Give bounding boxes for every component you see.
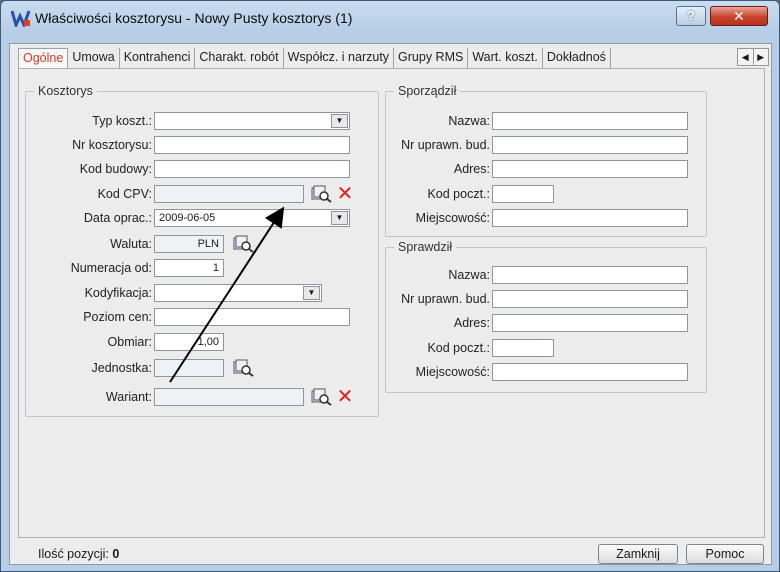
sporzadzil-miejsc-input[interactable] [492,209,688,227]
numeracja-input[interactable]: 1 [154,259,224,277]
nr-kosztorysu-input[interactable] [154,136,350,154]
data-oprac-value: 2009-06-05 [159,212,216,224]
wariant-lookup-icon[interactable] [310,388,332,406]
waluta-input[interactable]: PLN [154,235,224,253]
data-oprac-label: Data oprac.: [83,211,152,225]
pomoc-button[interactable]: Pomoc [686,544,764,564]
title-bar[interactable]: Właściwości kosztorysu - Nowy Pusty kosz… [1,1,779,33]
tab-kontrahenci[interactable]: Kontrahenci [120,48,196,68]
typ-koszt-label: Typ koszt.: [92,114,152,128]
sprawdzil-adres-label: Adres: [453,316,490,330]
sporzadzil-nazwa-label: Nazwa: [448,114,490,128]
group-kosztorys-title: Kosztorys [34,84,97,98]
sprawdzil-kod-input[interactable] [492,339,554,357]
wariant-clear-icon[interactable]: ✕ [336,387,354,407]
wariant-input[interactable] [154,388,304,406]
sporzadzil-adres-input[interactable] [492,160,688,178]
item-count-label: Ilość pozycji: [38,547,109,561]
help-button[interactable]: ? [676,6,706,26]
kod-cpv-clear-icon[interactable]: ✕ [336,184,354,204]
item-count: Ilość pozycji: 0 [38,547,119,561]
sporzadzil-nazwa-input[interactable] [492,112,688,130]
jednostka-label: Jednostka: [91,361,152,375]
group-sprawdzil: Sprawdził Nazwa: Nr uprawn. bud. Adres: … [385,240,707,393]
sporzadzil-kod-label: Kod poczt.: [427,187,490,201]
sprawdzil-uprawn-input[interactable] [492,290,688,308]
tab-umowa[interactable]: Umowa [68,48,120,68]
chevron-down-icon[interactable]: ▼ [331,114,348,128]
window-title: Właściwości kosztorysu - Nowy Pusty kosz… [35,10,353,26]
sprawdzil-kod-label: Kod poczt.: [427,341,490,355]
tab-ogolne[interactable]: Ogólne [18,48,69,68]
sprawdzil-miejsc-input[interactable] [492,363,688,381]
dialog-client: Ogólne Umowa Kontrahenci Charakt. robót Wspó… [9,43,772,565]
kod-budowy-input[interactable] [154,160,350,178]
obmiar-input[interactable]: 1,00 [154,333,224,351]
tab-dokladnosc[interactable]: Dokładnoś [543,48,611,68]
close-button[interactable]: ✕ [710,6,768,26]
nr-kosztorysu-label: Nr kosztorysu: [72,138,152,152]
tab-scroll-left-icon[interactable]: ◀ [738,49,754,65]
kod-cpv-lookup-icon[interactable] [310,185,332,203]
tab-wart-koszt[interactable]: Wart. koszt. [468,48,543,68]
tab-strip: Ogólne Umowa Kontrahenci Charakt. robót Wspó… [18,48,763,68]
item-count-value: 0 [112,547,120,561]
chevron-down-icon[interactable]: ▼ [303,286,320,300]
kod-budowy-label: Kod budowy: [79,162,152,176]
group-kosztorys: Kosztorys Typ koszt.: ▼ Nr kosztorysu: K… [25,84,379,417]
tab-scroll-right-icon[interactable]: ▶ [754,49,769,65]
sprawdzil-nazwa-input[interactable] [492,266,688,284]
sprawdzil-adres-input[interactable] [492,314,688,332]
waluta-lookup-icon[interactable] [232,235,254,253]
sporzadzil-kod-input[interactable] [492,185,554,203]
sporzadzil-miejsc-label: Miejscowość: [415,211,490,225]
kod-cpv-input[interactable] [154,185,304,203]
wariant-label: Wariant: [105,390,152,404]
jednostka-lookup-icon[interactable] [232,359,254,377]
chevron-down-icon[interactable]: ▼ [331,211,348,225]
sporzadzil-uprawn-input[interactable] [492,136,688,154]
app-logo-icon [11,10,31,27]
jednostka-input[interactable] [154,359,224,377]
waluta-label: Waluta: [110,237,152,251]
group-sporzadzil-title: Sporządził [394,84,461,98]
sporzadzil-adres-label: Adres: [453,162,490,176]
tab-scroll-buttons: ◀ ▶ [737,48,769,66]
sporzadzil-uprawn-label: Nr uprawn. bud. [401,138,490,152]
sprawdzil-miejsc-label: Miejscowość: [415,365,490,379]
obmiar-label: Obmiar: [107,335,152,349]
group-sporzadzil: Sporządził Nazwa: Nr uprawn. bud. Adres:… [385,84,707,237]
properties-window: Właściwości kosztorysu - Nowy Pusty kosz… [0,0,780,572]
tab-wspolcz-narzuty[interactable]: Współcz. i narzuty [284,48,395,68]
data-oprac-select[interactable]: 2009-06-05 ▼ [154,209,350,227]
zamknij-button[interactable]: Zamknij [598,544,678,564]
sprawdzil-uprawn-label: Nr uprawn. bud. [401,292,490,306]
typ-koszt-select[interactable]: ▼ [154,112,350,130]
poziom-cen-label: Poziom cen: [83,310,152,324]
status-bar: Ilość pozycji: 0 Zamknij Pomoc [10,542,771,566]
group-sprawdzil-title: Sprawdził [394,240,457,254]
sprawdzil-nazwa-label: Nazwa: [448,268,490,282]
tab-panel-ogolne: Kosztorys Typ koszt.: ▼ Nr kosztorysu: K… [18,68,765,538]
kod-cpv-label: Kod CPV: [97,187,152,201]
kodyfikacja-select[interactable]: ▼ [154,284,322,302]
tab-charakt-robot[interactable]: Charakt. robót [195,48,284,68]
poziom-cen-input[interactable] [154,308,350,326]
numeracja-label: Numeracja od: [70,261,152,275]
tab-grupy-rms[interactable]: Grupy RMS [394,48,469,68]
kodyfikacja-label: Kodyfikacja: [84,286,152,300]
